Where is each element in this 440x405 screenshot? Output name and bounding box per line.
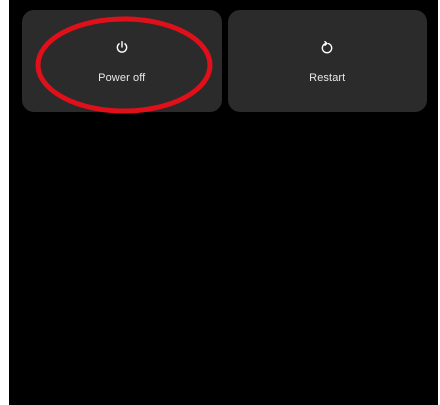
power-off-button[interactable]: Power off bbox=[22, 10, 222, 112]
power-icon bbox=[113, 38, 131, 56]
restart-icon bbox=[318, 38, 336, 56]
power-menu: Power off Restart bbox=[22, 10, 427, 112]
screen: Power off Restart bbox=[9, 0, 438, 405]
restart-label: Restart bbox=[309, 72, 346, 84]
power-off-label: Power off bbox=[98, 72, 146, 84]
restart-button[interactable]: Restart bbox=[227, 10, 427, 112]
